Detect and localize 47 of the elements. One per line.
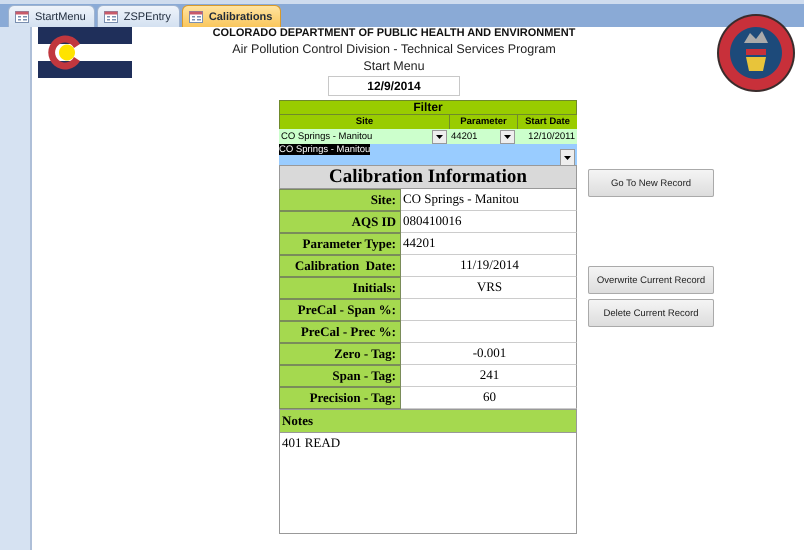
site-combo[interactable]: CO Springs - Manitou bbox=[279, 129, 449, 144]
section-title: Calibration Information bbox=[279, 165, 577, 189]
field-value[interactable] bbox=[401, 321, 577, 343]
field-value[interactable]: 60 bbox=[401, 387, 577, 409]
field-value[interactable] bbox=[401, 299, 577, 321]
field-value[interactable]: -0.001 bbox=[401, 343, 577, 365]
action-button[interactable]: Overwrite Current Record bbox=[588, 266, 714, 294]
document-tab[interactable]: Calibrations bbox=[182, 5, 282, 27]
field-label: Zero - Tag: bbox=[279, 343, 401, 365]
document-tab[interactable]: ZSPEntry bbox=[96, 5, 180, 27]
field-value[interactable]: CO Springs - Manitou bbox=[401, 189, 577, 211]
division-title: Air Pollution Control Division - Technical Services Program bbox=[232, 42, 556, 56]
date-field: 12/9/2014 bbox=[328, 76, 460, 96]
field-label: Site: bbox=[279, 189, 401, 211]
field-label: Initials: bbox=[279, 277, 401, 299]
start-date-field[interactable]: 12/10/2011 bbox=[517, 129, 577, 144]
field-value[interactable]: 080410016 bbox=[401, 211, 577, 233]
field-label: Calibration Date: bbox=[279, 255, 401, 277]
filter-header: Filter bbox=[279, 100, 577, 115]
document-tab[interactable]: StartMenu bbox=[8, 5, 95, 27]
notes-header: Notes bbox=[279, 409, 577, 433]
field-label: Parameter Type: bbox=[279, 233, 401, 255]
site-list-combo[interactable]: CO Springs - Manitou bbox=[279, 144, 577, 165]
field-label: PreCal - Prec %: bbox=[279, 321, 401, 343]
action-button[interactable]: Go To New Record bbox=[588, 169, 714, 197]
column-header: Parameter bbox=[449, 115, 517, 129]
column-header: Site bbox=[279, 115, 449, 129]
department-title: COLORADO DEPARTMENT OF PUBLIC HEALTH AND ENVIRONMENT bbox=[212, 27, 576, 39]
form-icon bbox=[15, 10, 29, 22]
form-icon bbox=[104, 10, 118, 22]
menu-title: Start Menu bbox=[363, 59, 425, 73]
form-icon bbox=[188, 10, 203, 22]
field-value[interactable]: 44201 bbox=[401, 233, 577, 255]
dropdown-arrow-icon[interactable] bbox=[436, 134, 443, 138]
field-label: Precision - Tag: bbox=[279, 387, 401, 409]
action-button[interactable]: Delete Current Record bbox=[588, 299, 714, 327]
notes-field[interactable]: 401 READ bbox=[279, 433, 577, 534]
dropdown-arrow-icon[interactable] bbox=[564, 156, 571, 160]
field-label: PreCal - Span %: bbox=[279, 299, 401, 321]
field-value[interactable]: 241 bbox=[401, 365, 577, 387]
field-value[interactable]: VRS bbox=[401, 277, 577, 299]
parameter-combo[interactable]: 44201 bbox=[449, 129, 517, 144]
field-label: AQS ID bbox=[279, 211, 401, 233]
dropdown-arrow-icon[interactable] bbox=[504, 134, 511, 138]
field-value[interactable]: 11/19/2014 bbox=[401, 255, 577, 277]
column-header: Start Date bbox=[517, 115, 577, 129]
field-label: Span - Tag: bbox=[279, 365, 401, 387]
